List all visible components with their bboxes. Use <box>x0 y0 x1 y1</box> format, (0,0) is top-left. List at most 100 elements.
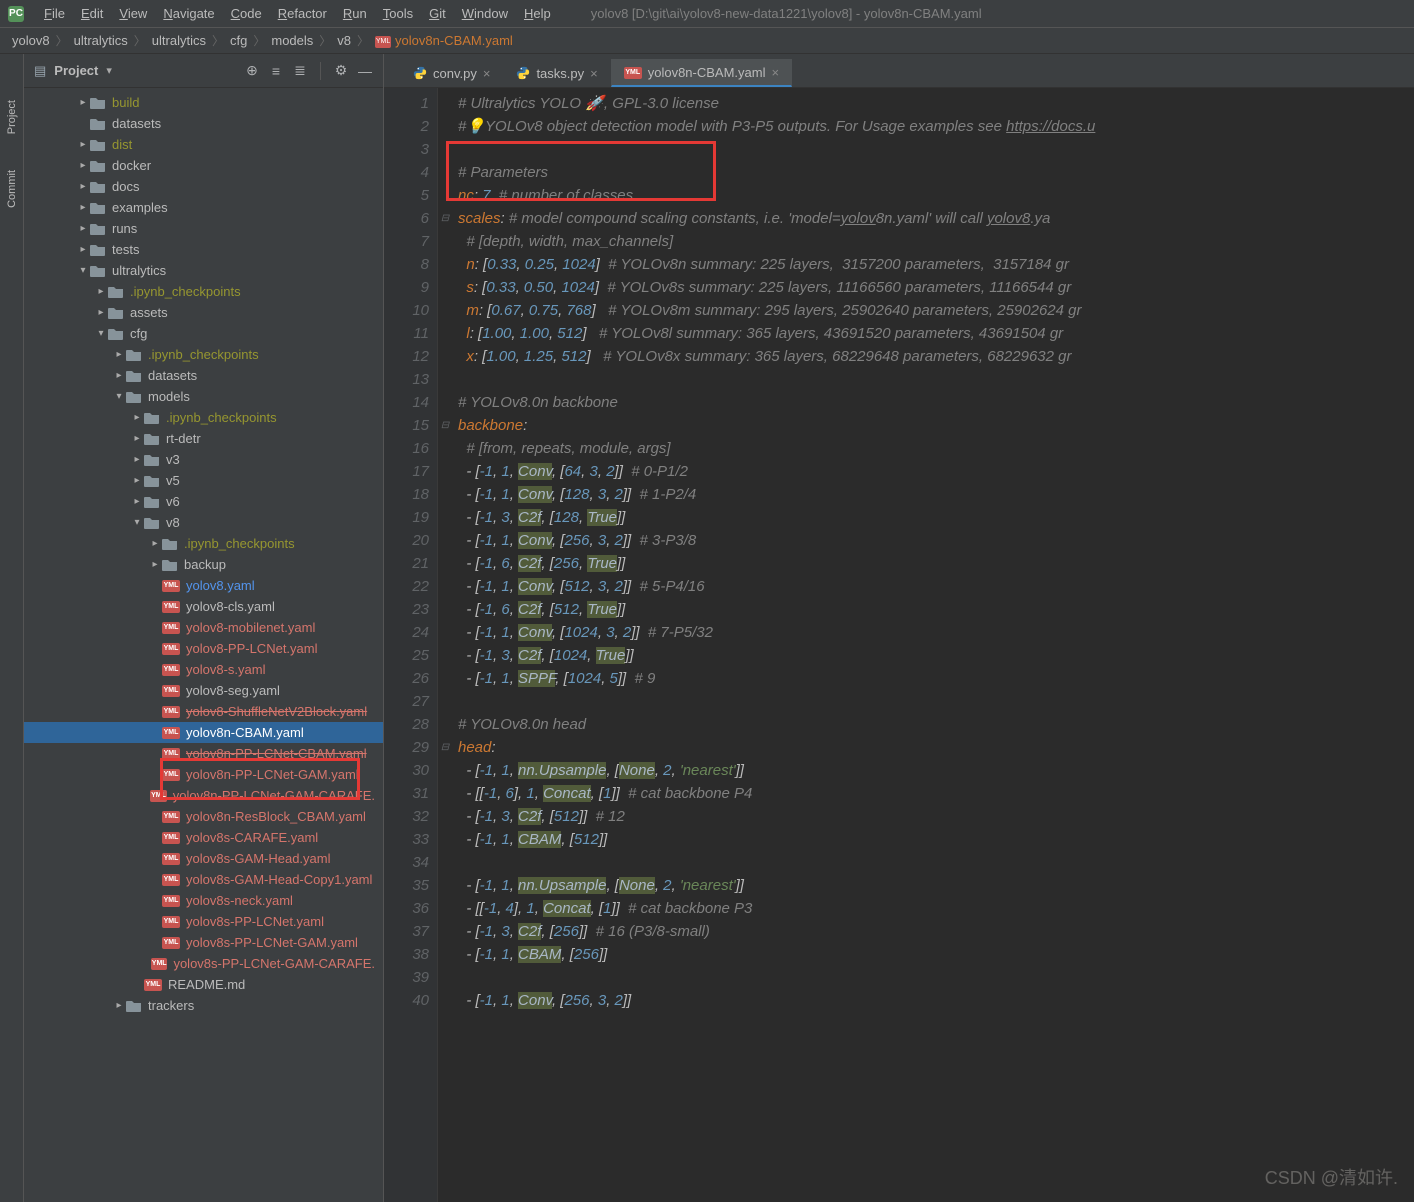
code-line-26[interactable]: - [-1, 1, SPPF, [1024, 5]] # 9 <box>458 667 1414 690</box>
file-yolov8s-PP-LCNet-GAM-CARAFE.[interactable]: YMLyolov8s-PP-LCNet-GAM-CARAFE. <box>24 953 383 974</box>
code-line-25[interactable]: - [-1, 3, C2f, [1024, True]] <box>458 644 1414 667</box>
gear-icon[interactable]: ⚙ <box>333 63 349 79</box>
fold-marker[interactable] <box>438 805 452 828</box>
expand-chevron-icon[interactable]: ▸ <box>76 139 90 150</box>
breadcrumb-segment[interactable]: models <box>271 33 313 48</box>
expand-chevron-icon[interactable]: ▸ <box>94 286 108 297</box>
filter-icon[interactable]: ≡ <box>268 63 284 79</box>
code-line-35[interactable]: - [-1, 1, nn.Upsample, [None, 2, 'neares… <box>458 874 1414 897</box>
fold-marker[interactable] <box>438 276 452 299</box>
menu-run[interactable]: Run <box>335 3 375 24</box>
expand-chevron-icon[interactable]: ▾ <box>112 391 126 402</box>
code-line-4[interactable]: # Parameters <box>458 161 1414 184</box>
folder-dist[interactable]: ▸dist <box>24 134 383 155</box>
folder-.ipynb_checkpoints[interactable]: ▸.ipynb_checkpoints <box>24 281 383 302</box>
editor-tab-conv.py[interactable]: conv.py× <box>400 59 503 87</box>
file-yolov8n-PP-LCNet-GAM.yaml[interactable]: YMLyolov8n-PP-LCNet-GAM.yaml <box>24 764 383 785</box>
fold-marker[interactable] <box>438 552 452 575</box>
fold-marker[interactable] <box>438 598 452 621</box>
fold-marker[interactable] <box>438 920 452 943</box>
fold-marker[interactable] <box>438 368 452 391</box>
code-line-34[interactable] <box>458 851 1414 874</box>
fold-marker[interactable] <box>438 322 452 345</box>
fold-marker[interactable] <box>438 897 452 920</box>
menu-help[interactable]: Help <box>516 3 559 24</box>
file-yolov8s-GAM-Head-Copy1.yaml[interactable]: YMLyolov8s-GAM-Head-Copy1.yaml <box>24 869 383 890</box>
file-yolov8-PP-LCNet.yaml[interactable]: YMLyolov8-PP-LCNet.yaml <box>24 638 383 659</box>
code-line-21[interactable]: - [-1, 6, C2f, [256, True]] <box>458 552 1414 575</box>
fold-marker[interactable] <box>438 483 452 506</box>
expand-chevron-icon[interactable]: ▸ <box>148 538 162 549</box>
menu-tools[interactable]: Tools <box>375 3 421 24</box>
breadcrumb-segment[interactable]: ultralytics <box>152 33 206 48</box>
code-line-39[interactable] <box>458 966 1414 989</box>
fold-marker[interactable] <box>438 138 452 161</box>
file-yolov8s-CARAFE.yaml[interactable]: YMLyolov8s-CARAFE.yaml <box>24 827 383 848</box>
breadcrumb-segment[interactable]: ultralytics <box>74 33 128 48</box>
fold-marker[interactable] <box>438 690 452 713</box>
code-line-7[interactable]: # [depth, width, max_channels] <box>458 230 1414 253</box>
minimize-icon[interactable]: — <box>357 63 373 79</box>
menu-code[interactable]: Code <box>223 3 270 24</box>
code-line-10[interactable]: m: [0.67, 0.75, 768] # YOLOv8m summary: … <box>458 299 1414 322</box>
code-line-1[interactable]: # Ultralytics YOLO 🚀, GPL-3.0 license <box>458 92 1414 115</box>
code-line-11[interactable]: l: [1.00, 1.00, 512] # YOLOv8l summary: … <box>458 322 1414 345</box>
sort-icon[interactable]: ≣ <box>292 63 308 79</box>
editor-tab-tasks.py[interactable]: tasks.py× <box>503 59 610 87</box>
folder-datasets[interactable]: datasets <box>24 113 383 134</box>
folder-runs[interactable]: ▸runs <box>24 218 383 239</box>
fold-marker[interactable] <box>438 828 452 851</box>
file-yolov8-s.yaml[interactable]: YMLyolov8-s.yaml <box>24 659 383 680</box>
file-yolov8s-PP-LCNet.yaml[interactable]: YMLyolov8s-PP-LCNet.yaml <box>24 911 383 932</box>
code-line-38[interactable]: - [-1, 1, CBAM, [256]] <box>458 943 1414 966</box>
close-tab-icon[interactable]: × <box>483 66 491 81</box>
code-line-23[interactable]: - [-1, 6, C2f, [512, True]] <box>458 598 1414 621</box>
fold-marker[interactable] <box>438 713 452 736</box>
expand-chevron-icon[interactable]: ▸ <box>130 496 144 507</box>
fold-marker[interactable] <box>438 621 452 644</box>
file-yolov8s-neck.yaml[interactable]: YMLyolov8s-neck.yaml <box>24 890 383 911</box>
folder-cfg[interactable]: ▾cfg <box>24 323 383 344</box>
folder-backup[interactable]: ▸backup <box>24 554 383 575</box>
code-line-40[interactable]: - [-1, 1, Conv, [256, 3, 2]] <box>458 989 1414 1012</box>
expand-chevron-icon[interactable]: ▸ <box>76 223 90 234</box>
file-yolov8n-CBAM.yaml[interactable]: YMLyolov8n-CBAM.yaml <box>24 722 383 743</box>
fold-marker[interactable]: ⊟ <box>438 207 452 230</box>
code-line-27[interactable] <box>458 690 1414 713</box>
code-line-32[interactable]: - [-1, 3, C2f, [512]] # 12 <box>458 805 1414 828</box>
fold-marker[interactable] <box>438 782 452 805</box>
code-line-30[interactable]: - [-1, 1, nn.Upsample, [None, 2, 'neares… <box>458 759 1414 782</box>
code-line-17[interactable]: - [-1, 1, Conv, [64, 3, 2]] # 0-P1/2 <box>458 460 1414 483</box>
code-line-19[interactable]: - [-1, 3, C2f, [128, True]] <box>458 506 1414 529</box>
code-line-31[interactable]: - [[-1, 6], 1, Concat, [1]] # cat backbo… <box>458 782 1414 805</box>
code-line-2[interactable]: #💡YOLOv8 object detection model with P3-… <box>458 115 1414 138</box>
folder-tests[interactable]: ▸tests <box>24 239 383 260</box>
folder-models[interactable]: ▾models <box>24 386 383 407</box>
close-tab-icon[interactable]: × <box>590 66 598 81</box>
folder-datasets[interactable]: ▸datasets <box>24 365 383 386</box>
code-line-28[interactable]: # YOLOv8.0n head <box>458 713 1414 736</box>
expand-chevron-icon[interactable]: ▸ <box>112 1000 126 1011</box>
file-README.md[interactable]: YMLREADME.md <box>24 974 383 995</box>
folder-docker[interactable]: ▸docker <box>24 155 383 176</box>
menu-git[interactable]: Git <box>421 3 454 24</box>
folder-assets[interactable]: ▸assets <box>24 302 383 323</box>
menu-view[interactable]: View <box>111 3 155 24</box>
close-tab-icon[interactable]: × <box>771 65 779 80</box>
file-yolov8.yaml[interactable]: YMLyolov8.yaml <box>24 575 383 596</box>
fold-marker[interactable] <box>438 184 452 207</box>
fold-marker[interactable] <box>438 667 452 690</box>
folder-trackers[interactable]: ▸trackers <box>24 995 383 1016</box>
folder-docs[interactable]: ▸docs <box>24 176 383 197</box>
fold-marker[interactable] <box>438 966 452 989</box>
code-line-36[interactable]: - [[-1, 4], 1, Concat, [1]] # cat backbo… <box>458 897 1414 920</box>
fold-marker[interactable] <box>438 759 452 782</box>
breadcrumb-segment[interactable]: cfg <box>230 33 247 48</box>
code-line-9[interactable]: s: [0.33, 0.50, 1024] # YOLOv8s summary:… <box>458 276 1414 299</box>
file-yolov8-seg.yaml[interactable]: YMLyolov8-seg.yaml <box>24 680 383 701</box>
code-line-12[interactable]: x: [1.00, 1.25, 512] # YOLOv8x summary: … <box>458 345 1414 368</box>
folder-rt-detr[interactable]: ▸rt-detr <box>24 428 383 449</box>
file-yolov8-ShuffleNetV2Block.yaml[interactable]: YMLyolov8-ShuffleNetV2Block.yaml <box>24 701 383 722</box>
breadcrumb-segment[interactable]: YMLyolov8n-CBAM.yaml <box>375 33 513 48</box>
project-tool-tab[interactable]: Project <box>4 94 20 140</box>
